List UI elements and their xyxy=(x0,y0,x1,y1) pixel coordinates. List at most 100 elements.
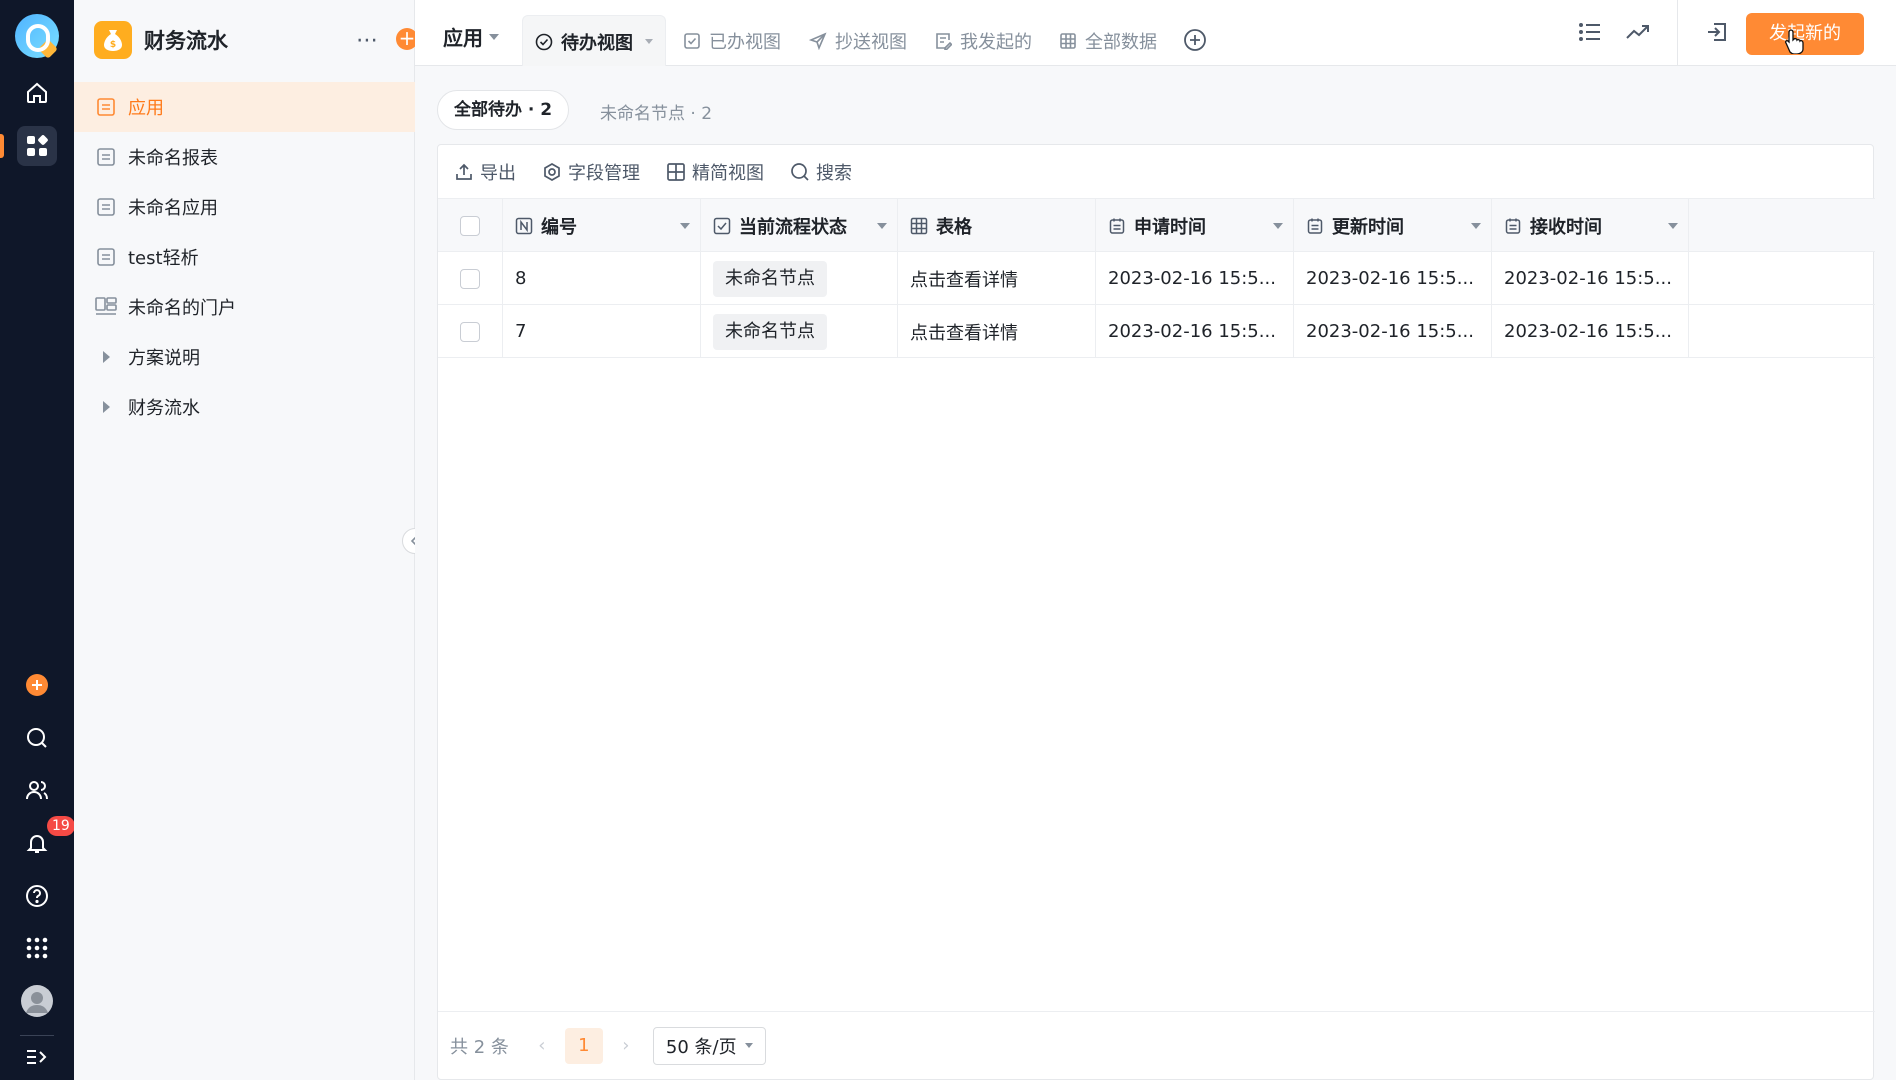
contacts-icon[interactable] xyxy=(17,770,57,810)
exit-icon[interactable] xyxy=(1705,20,1729,49)
cell-form-link[interactable]: 点击查看详情 xyxy=(898,252,1096,305)
page-size-select[interactable]: 50 条/页 xyxy=(652,1026,766,1065)
chevron-down-icon xyxy=(489,33,499,40)
row-checkbox[interactable] xyxy=(460,321,480,342)
header-received-time[interactable]: 接收时间 xyxy=(1492,199,1689,252)
tab-done-view[interactable]: 已办视图 xyxy=(671,15,793,67)
chevron-down-icon[interactable] xyxy=(1668,223,1678,229)
export-button[interactable]: 导出 xyxy=(454,159,516,185)
prev-page-icon[interactable]: ‹ xyxy=(531,1035,553,1056)
sidebar-item-test[interactable]: test轻析 xyxy=(74,232,415,282)
select-all-checkbox[interactable] xyxy=(460,215,480,236)
header-id[interactable]: 编号 xyxy=(503,199,701,252)
sidebar-list: 应用 未命名报表 未命名应用 test轻析 未命名的门户 方案说明 财务流水 xyxy=(74,82,415,432)
filter-unnamed-node[interactable]: 未命名节点 · 2 xyxy=(600,99,712,124)
tab-label: 全部数据 xyxy=(1085,32,1157,53)
data-table: 编号 当前流程状态 表格 申请时间 更新时间 接收时间 8 未命名节点 点击查看… xyxy=(438,199,1875,358)
apps-grid-icon[interactable] xyxy=(17,126,57,166)
tab-all-data[interactable]: 全部数据 xyxy=(1047,15,1169,67)
list-icon[interactable] xyxy=(1578,20,1602,49)
sidebar-item-label: 未命名的门户 xyxy=(128,298,236,319)
caret-right-icon[interactable] xyxy=(94,345,118,369)
table-field-icon xyxy=(910,217,928,235)
row-checkbox[interactable] xyxy=(460,268,480,289)
number-field-icon xyxy=(515,217,533,235)
document-icon xyxy=(94,145,118,169)
chevron-down-icon[interactable] xyxy=(1471,223,1481,229)
check-circle-icon xyxy=(535,33,553,51)
cell-updated-time: 2023-02-16 15:5... xyxy=(1294,252,1492,305)
search-icon xyxy=(790,162,810,182)
chevron-down-icon[interactable] xyxy=(645,39,653,44)
expand-icon[interactable] xyxy=(17,1037,57,1077)
sidebar-folder-finance[interactable]: 财务流水 xyxy=(74,382,415,432)
status-tag: 未命名节点 xyxy=(713,313,827,350)
tab-label: 待办视图 xyxy=(561,32,633,54)
header-label: 当前流程状态 xyxy=(739,216,847,238)
add-circle-icon[interactable] xyxy=(17,665,57,705)
header-label: 表格 xyxy=(936,216,972,238)
tab-label: 我发起的 xyxy=(960,32,1032,53)
avatar[interactable] xyxy=(17,981,57,1021)
field-manage-button[interactable]: 字段管理 xyxy=(542,159,640,185)
table-header-row: 编号 当前流程状态 表格 申请时间 更新时间 接收时间 xyxy=(438,199,1875,252)
tab-label: 已办视图 xyxy=(709,32,781,53)
help-icon[interactable] xyxy=(17,876,57,916)
more-icon[interactable]: ⋯ xyxy=(356,28,379,53)
compact-view-label: 精简视图 xyxy=(692,162,764,184)
next-page-icon[interactable]: › xyxy=(615,1035,637,1056)
app-money-bag-icon: $ xyxy=(94,21,132,59)
tab-my-initiated[interactable]: 我发起的 xyxy=(922,15,1044,67)
app-launcher-icon[interactable] xyxy=(17,928,57,968)
sidebar: $ 财务流水 ⋯ + 应用 未命名报表 未命名应用 test轻析 未命名的门户 … xyxy=(74,0,418,1080)
home-icon[interactable] xyxy=(17,73,57,113)
document-icon xyxy=(94,195,118,219)
header-applied-time[interactable]: 申请时间 xyxy=(1096,199,1294,252)
app-logo[interactable] xyxy=(15,14,59,59)
header-status[interactable]: 当前流程状态 xyxy=(701,199,898,252)
grid-icon xyxy=(666,162,686,182)
upload-icon xyxy=(454,162,474,182)
app-menu-label: 应用 xyxy=(443,26,483,50)
chevron-down-icon[interactable] xyxy=(1273,223,1283,229)
svg-text:$: $ xyxy=(110,40,116,50)
search-icon[interactable] xyxy=(17,718,57,758)
sidebar-item-unnamed-app[interactable]: 未命名应用 xyxy=(74,182,415,232)
sidebar-item-report[interactable]: 未命名报表 xyxy=(74,132,415,182)
rail-active-indicator xyxy=(0,134,4,158)
tab-todo-view[interactable]: 待办视图 xyxy=(522,15,666,67)
header-label: 接收时间 xyxy=(1530,216,1602,238)
sidebar-folder-plan[interactable]: 方案说明 xyxy=(74,332,415,382)
trend-chart-icon[interactable] xyxy=(1625,20,1651,49)
sidebar-item-app[interactable]: 应用 xyxy=(74,82,415,132)
calendar-icon xyxy=(1306,217,1324,235)
cell-received-time: 2023-02-16 15:5... xyxy=(1492,252,1689,305)
compact-view-button[interactable]: 精简视图 xyxy=(666,159,764,185)
add-view-icon[interactable] xyxy=(1183,28,1207,57)
chevron-down-icon[interactable] xyxy=(680,223,690,229)
header-form[interactable]: 表格 xyxy=(898,199,1096,252)
cell-spacer xyxy=(1689,305,1875,358)
field-manage-label: 字段管理 xyxy=(568,162,640,184)
cell-form-link[interactable]: 点击查看详情 xyxy=(898,305,1096,358)
app-menu[interactable]: 应用 xyxy=(443,22,499,51)
chevron-down-icon[interactable] xyxy=(877,223,887,229)
tab-cc-view[interactable]: 抄送视图 xyxy=(797,15,919,67)
header-updated-time[interactable]: 更新时间 xyxy=(1294,199,1492,252)
search-button[interactable]: 搜索 xyxy=(790,159,852,185)
sidebar-item-label: 应用 xyxy=(128,98,164,119)
portal-icon xyxy=(94,295,118,319)
left-rail: 19 xyxy=(0,0,75,1080)
table-row[interactable]: 8 未命名节点 点击查看详情 2023-02-16 15:5... 2023-0… xyxy=(438,252,1875,305)
sidebar-item-portal[interactable]: 未命名的门户 xyxy=(74,282,415,332)
caret-right-icon[interactable] xyxy=(94,395,118,419)
table-toolbar: 导出 字段管理 精简视图 搜索 xyxy=(438,145,1875,199)
table-row[interactable]: 7 未命名节点 点击查看详情 2023-02-16 15:5... 2023-0… xyxy=(438,305,1875,358)
document-icon xyxy=(94,245,118,269)
filter-all-todo[interactable]: 全部待办 · 2 xyxy=(437,90,570,130)
cell-applied-time: 2023-02-16 15:5... xyxy=(1096,305,1294,358)
sidebar-header: $ 财务流水 ⋯ + xyxy=(94,20,418,60)
start-new-button[interactable]: 发起新的 xyxy=(1746,13,1864,55)
select-all-cell xyxy=(438,199,503,252)
page-number-button[interactable]: 1 xyxy=(564,1027,603,1064)
